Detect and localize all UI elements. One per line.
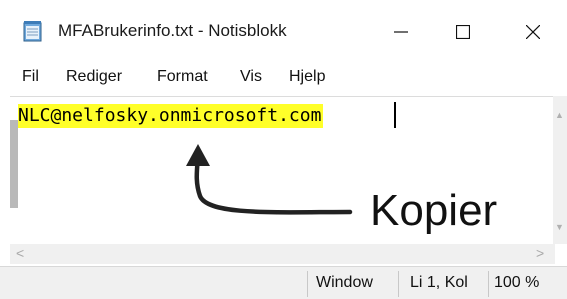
scroll-right-icon[interactable]: >: [536, 245, 544, 261]
scroll-down-icon[interactable]: ▼: [555, 222, 564, 232]
maximize-icon: [456, 25, 470, 39]
minimize-icon: [394, 31, 408, 33]
status-position: Li 1, Kol: [410, 274, 468, 291]
notepad-icon: [22, 20, 44, 42]
status-bar: Window Li 1, Kol 100 %: [0, 266, 567, 299]
status-divider: [307, 271, 308, 297]
maximize-button[interactable]: [440, 12, 486, 52]
window-title: MFABrukerinfo.txt - Notisblokk: [58, 21, 287, 40]
status-zoom: 100 %: [494, 274, 540, 291]
close-button[interactable]: [510, 12, 556, 52]
scroll-left-icon[interactable]: <: [16, 245, 24, 261]
editor-left-margin: [10, 120, 18, 208]
scroll-up-icon[interactable]: ▲: [555, 110, 564, 120]
title-bar: MFABrukerinfo.txt - Notisblokk: [0, 0, 567, 62]
status-divider: [488, 271, 489, 297]
notepad-window: MFABrukerinfo.txt - Notisblokk Fil Redig…: [0, 0, 567, 299]
menu-format[interactable]: Format: [157, 68, 208, 86]
menu-file[interactable]: Fil: [22, 68, 39, 86]
menu-help[interactable]: Hjelp: [289, 68, 325, 86]
vertical-scrollbar[interactable]: ▲ ▼: [553, 96, 567, 244]
menu-view[interactable]: Vis: [240, 68, 262, 86]
horizontal-scrollbar[interactable]: < >: [10, 244, 555, 264]
curved-arrow-icon: [186, 144, 353, 215]
close-icon: [526, 25, 540, 39]
text-caret: [394, 102, 396, 128]
status-divider: [398, 271, 399, 297]
selected-email-text[interactable]: NLC@nelfosky.onmicrosoft.com: [18, 104, 324, 128]
menu-bar: Fil Rediger Format Vis Hjelp: [0, 62, 567, 94]
annotation-label: Kopier: [370, 186, 498, 235]
minimize-button[interactable]: [378, 12, 424, 52]
status-encoding: Window: [316, 274, 373, 291]
menu-edit[interactable]: Rediger: [66, 68, 122, 86]
